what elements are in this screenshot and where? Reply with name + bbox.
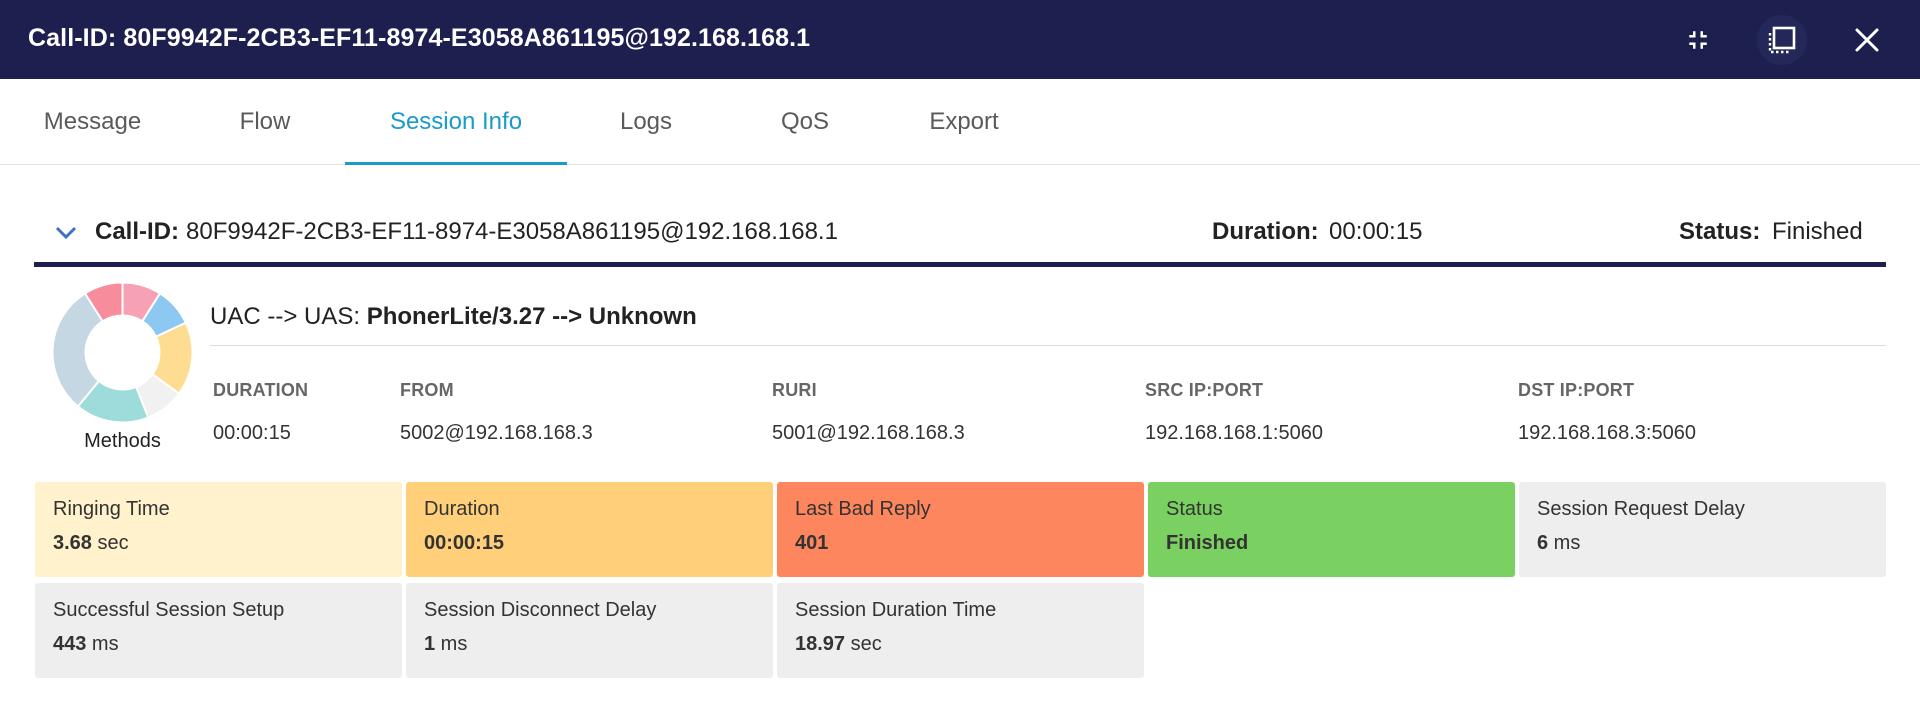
title-bar: Call-ID: 80F9942F-2CB3-EF11-8974-E3058A8… bbox=[0, 0, 1920, 79]
status-label: Status: bbox=[1679, 218, 1761, 245]
tab-bar: Message Flow Session Info Logs QoS Expor… bbox=[0, 79, 1920, 165]
duration-value: 00:00:15 bbox=[1329, 218, 1423, 245]
chevron-down-icon[interactable] bbox=[54, 221, 78, 245]
duration-label: Duration: bbox=[1212, 218, 1319, 245]
card-label: Ringing Time bbox=[53, 498, 170, 520]
tab-qos[interactable]: QoS bbox=[725, 79, 885, 165]
card-value: 6 ms bbox=[1537, 532, 1581, 554]
card-label: Successful Session Setup bbox=[53, 599, 285, 621]
card-label: Status bbox=[1166, 498, 1223, 520]
divider bbox=[210, 345, 1886, 346]
card-value: 1 ms bbox=[424, 633, 468, 655]
card-value: Finished bbox=[1166, 532, 1249, 554]
dst-ip-port-column-value: 192.168.168.3:5060 bbox=[1518, 422, 1696, 444]
session-prefix: UAC --> UAS: bbox=[210, 303, 367, 330]
collapse-icon bbox=[1689, 31, 1707, 49]
close-button[interactable] bbox=[1842, 15, 1892, 65]
session-request-delay-card: Session Request Delay 6 ms bbox=[1519, 482, 1886, 577]
close-icon bbox=[1855, 28, 1879, 52]
tab-message[interactable]: Message bbox=[0, 79, 185, 165]
card-value: 443 ms bbox=[53, 633, 119, 655]
card-label: Session Duration Time bbox=[795, 599, 997, 621]
tab-logs[interactable]: Logs bbox=[567, 79, 725, 165]
duration-card: Duration 00:00:15 bbox=[406, 482, 773, 577]
session-duration-time-card: Session Duration Time 18.97 sec bbox=[777, 583, 1144, 678]
status-card: Status Finished bbox=[1148, 482, 1515, 577]
active-tab-indicator bbox=[345, 162, 567, 165]
call-id-label: Call-ID: bbox=[95, 218, 179, 245]
methods-donut-chart[interactable] bbox=[50, 280, 195, 425]
tab-session-info[interactable]: Session Info bbox=[345, 79, 567, 165]
session-disconnect-delay-card: Session Disconnect Delay 1 ms bbox=[406, 583, 773, 678]
src-ip-port-column-label: SRC IP:PORT bbox=[1145, 380, 1264, 400]
card-value: 18.97 sec bbox=[795, 633, 882, 655]
card-label: Session Request Delay bbox=[1537, 498, 1745, 520]
tab-flow[interactable]: Flow bbox=[185, 79, 345, 165]
card-value: 00:00:15 bbox=[424, 532, 505, 554]
session-header[interactable]: Call-ID: 80F9942F-2CB3-EF11-8974-E3058A8… bbox=[34, 201, 1886, 267]
src-ip-port-column-value: 192.168.168.1:5060 bbox=[1145, 422, 1323, 444]
status-value: Finished bbox=[1772, 218, 1863, 245]
duration-column-value: 00:00:15 bbox=[213, 422, 291, 444]
call-id-value: 80F9942F-2CB3-EF11-8974-E3058A861195@192… bbox=[186, 218, 838, 245]
last-bad-reply-card: Last Bad Reply 401 bbox=[777, 482, 1144, 577]
card-label: Duration bbox=[424, 498, 500, 520]
session-agents-line: UAC --> UAS: PhonerLite/3.27 --> Unknown bbox=[210, 303, 697, 331]
card-value: 401 bbox=[795, 532, 829, 554]
tab-export[interactable]: Export bbox=[885, 79, 1043, 165]
collapse-button[interactable] bbox=[1673, 15, 1723, 65]
card-value: 3.68 sec bbox=[53, 532, 129, 554]
methods-label: Methods bbox=[84, 430, 161, 452]
restore-window-button[interactable] bbox=[1757, 15, 1807, 65]
dst-ip-port-column-label: DST IP:PORT bbox=[1518, 380, 1635, 400]
ringing-time-card: Ringing Time 3.68 sec bbox=[35, 482, 402, 577]
card-label: Session Disconnect Delay bbox=[424, 599, 657, 621]
window-title: Call-ID: 80F9942F-2CB3-EF11-8974-E3058A8… bbox=[28, 24, 811, 52]
ruri-column-label: RURI bbox=[772, 380, 817, 400]
ruri-column-value: 5001@192.168.168.3 bbox=[772, 422, 965, 444]
from-column-value: 5002@192.168.168.3 bbox=[400, 422, 593, 444]
successful-session-setup-card: Successful Session Setup 443 ms bbox=[35, 583, 402, 678]
from-column-label: FROM bbox=[400, 380, 454, 400]
duration-column-label: DURATION bbox=[213, 380, 309, 400]
session-agents: PhonerLite/3.27 --> Unknown bbox=[366, 303, 697, 330]
card-label: Last Bad Reply bbox=[795, 498, 931, 520]
restore-window-icon bbox=[1768, 26, 1796, 54]
